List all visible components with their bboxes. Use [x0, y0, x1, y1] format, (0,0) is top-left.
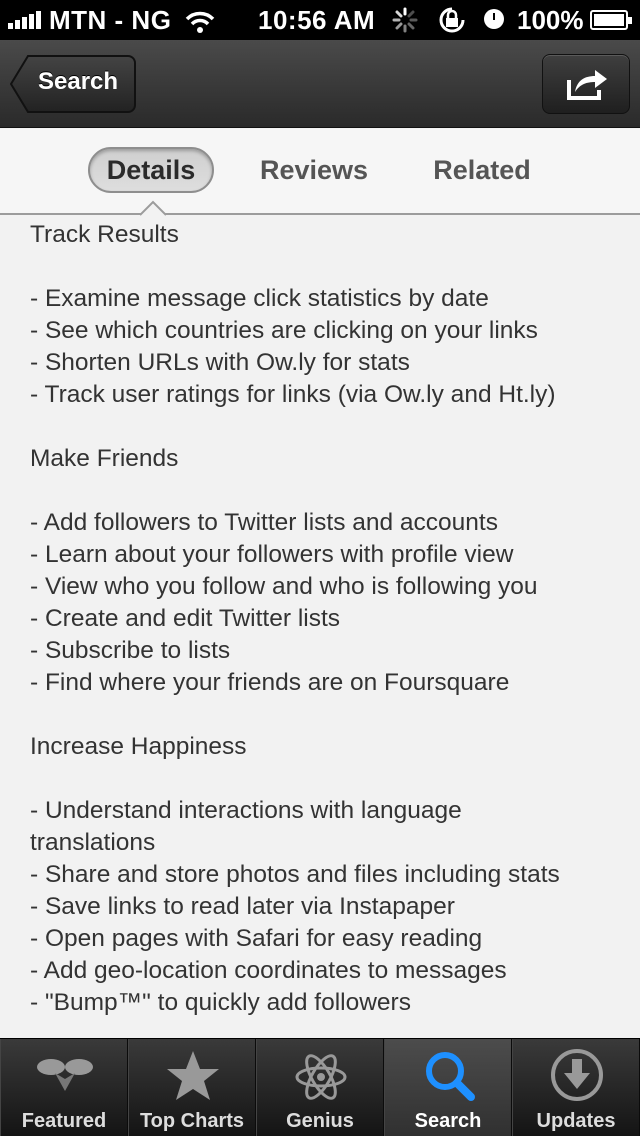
- search-icon: [426, 1052, 475, 1101]
- description-line: - Share and store photos and files inclu…: [30, 861, 560, 888]
- carrier-name: MTN - NG: [49, 4, 172, 35]
- description-line: - See which countries are clicking on yo…: [30, 317, 538, 344]
- battery-percentage: 100%: [517, 5, 584, 35]
- description-line: translations: [30, 829, 156, 856]
- selection-pointer: [140, 200, 166, 216]
- description-line: - Create and edit Twitter lists: [30, 605, 341, 632]
- description-line: - Track user ratings for links (via Ow.l…: [30, 381, 556, 408]
- star-icon: [167, 1051, 219, 1100]
- tab-search[interactable]: Search: [384, 1039, 512, 1136]
- tab-bar: Featured Top Charts Genius Search Update…: [0, 1038, 640, 1136]
- share-button[interactable]: [542, 54, 630, 114]
- description-line: - Learn about your followers with profil…: [30, 541, 514, 568]
- description-line: [30, 763, 620, 795]
- tab-updates-label: Updates: [536, 1110, 616, 1132]
- details-content: Track Results - Examine message click sta…: [0, 216, 640, 1038]
- description-text: Track Results - Examine message click sta…: [30, 219, 620, 1019]
- tab-featured[interactable]: Featured: [0, 1039, 128, 1136]
- featured-icon: [37, 1059, 93, 1091]
- description-line: [30, 251, 620, 283]
- description-line: - View who you follow and who is followi…: [30, 573, 538, 600]
- activity-spinner-icon: [392, 7, 418, 40]
- back-button[interactable]: Search: [10, 54, 136, 114]
- description-line: - Add geo-location coordinates to messag…: [30, 957, 507, 984]
- description-line: - Subscribe to lists: [30, 637, 231, 664]
- tab-top-charts[interactable]: Top Charts: [128, 1039, 256, 1136]
- description-line: - Find where your friends are on Foursqu…: [30, 669, 510, 696]
- description-line: [30, 475, 620, 507]
- description-line: - Open pages with Safari for easy readin…: [30, 925, 483, 952]
- atom-icon: [295, 1054, 347, 1100]
- wifi-icon: [185, 9, 215, 33]
- description-line: - Shorten URLs with Ow.ly for stats: [30, 349, 410, 376]
- description-line: Make Friends: [30, 445, 179, 472]
- back-button-label: Search: [38, 68, 119, 95]
- tab-top-charts-label: Top Charts: [139, 1110, 245, 1132]
- description-line: [30, 699, 620, 731]
- signal-strength-icon: [8, 11, 41, 29]
- tab-search-label: Search: [414, 1110, 482, 1132]
- share-icon: [567, 70, 607, 100]
- alarm-clock-icon: [484, 9, 504, 29]
- description-line: [30, 411, 620, 443]
- description-line: - Examine message click statistics by da…: [30, 285, 489, 312]
- tab-genius[interactable]: Genius: [256, 1039, 384, 1136]
- description-line: - Understand interactions with language: [30, 797, 462, 824]
- description-line: - Add followers to Twitter lists and acc…: [30, 509, 498, 536]
- description-line: - "Bump™" to quickly add followers: [30, 989, 411, 1016]
- status-bar: MTN - NG 10:56 AM 100%: [0, 0, 640, 40]
- rotation-lock-icon: [437, 6, 467, 41]
- download-arrow-icon: [551, 1049, 603, 1101]
- description-line: - Save links to read later via Instapape…: [30, 893, 455, 920]
- status-time: 10:56 AM: [258, 5, 376, 35]
- tab-related[interactable]: Related: [420, 147, 544, 193]
- navigation-bar: Search: [0, 40, 640, 128]
- description-line: Track Results: [30, 221, 179, 248]
- tab-updates[interactable]: Updates: [512, 1039, 640, 1136]
- tab-details[interactable]: Details: [88, 147, 214, 193]
- tab-genius-label: Genius: [286, 1110, 354, 1132]
- segmented-control: Details Reviews Related: [0, 129, 640, 215]
- description-line: Increase Happiness: [30, 733, 247, 760]
- tab-featured-label: Featured: [21, 1110, 107, 1132]
- battery-icon: [590, 10, 632, 30]
- tab-reviews[interactable]: Reviews: [250, 147, 378, 193]
